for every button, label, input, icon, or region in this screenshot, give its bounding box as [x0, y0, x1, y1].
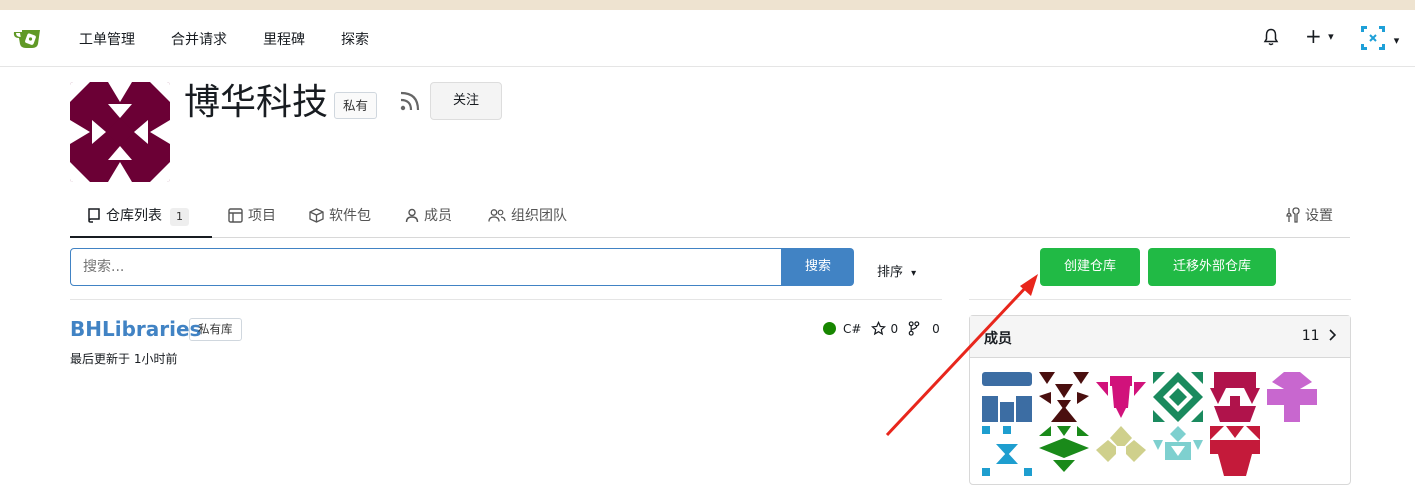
visibility-badge: 私有	[334, 92, 378, 119]
package-icon	[309, 208, 324, 223]
tab-teams[interactable]: 组织团队	[488, 196, 567, 238]
language-color-dot	[823, 322, 836, 335]
members-title: 成员	[984, 331, 1012, 347]
chevron-down-icon: ▾	[1393, 34, 1400, 47]
plus-icon: +	[1305, 24, 1322, 48]
list-divider	[70, 299, 942, 300]
project-icon	[228, 208, 243, 223]
browser-top-strip	[0, 0, 1415, 10]
member-avatar[interactable]	[1096, 426, 1146, 476]
tools-icon	[1286, 207, 1300, 223]
members-count-value: 11	[1301, 328, 1320, 344]
tab-label: 仓库列表	[106, 208, 162, 224]
nav-pull-requests[interactable]: 合并请求	[171, 29, 227, 49]
bell-icon[interactable]	[1263, 28, 1279, 46]
chevron-right-icon	[1329, 329, 1337, 341]
org-name: 博华科技	[184, 82, 329, 123]
star-count: 0	[890, 321, 899, 336]
chevron-down-icon: ▾	[1328, 30, 1334, 43]
tab-settings[interactable]: 设置	[1285, 196, 1333, 238]
user-avatar	[1361, 26, 1385, 50]
create-repo-button[interactable]: 创建仓库	[1040, 248, 1140, 286]
create-menu[interactable]: + ▾	[1305, 24, 1334, 48]
tab-label: 组织团队	[511, 208, 567, 224]
tab-label: 软件包	[329, 208, 371, 224]
repo-private-badge: 私有库	[189, 318, 242, 341]
tab-packages[interactable]: 软件包	[309, 196, 371, 238]
follow-button[interactable]: 关注	[430, 82, 502, 120]
repo-icon	[88, 208, 100, 223]
org-avatar	[70, 82, 170, 182]
nav-milestones[interactable]: 里程碑	[263, 29, 305, 49]
tab-projects[interactable]: 项目	[228, 196, 276, 238]
repo-meta: C# 0 0	[823, 321, 940, 336]
nav-issues[interactable]: 工单管理	[79, 29, 135, 49]
repo-language: C#	[843, 321, 862, 336]
members-card: 成员 11	[969, 315, 1351, 485]
sidebar-divider	[969, 299, 1351, 300]
org-tabs: 仓库列表 1 项目 软件包 成员 组织团队 设置	[70, 196, 1350, 238]
member-avatar[interactable]	[1267, 372, 1317, 422]
people-icon	[488, 209, 506, 222]
member-avatar[interactable]	[982, 372, 1032, 422]
user-menu[interactable]: ▾	[1361, 26, 1399, 50]
fork-icon[interactable]	[908, 321, 920, 336]
nav-explore[interactable]: 探索	[341, 29, 369, 49]
fork-count: 0	[932, 321, 940, 336]
member-avatar[interactable]	[1096, 372, 1146, 422]
tab-repositories[interactable]: 仓库列表 1	[70, 196, 212, 238]
sort-dropdown[interactable]: 排序 ▾	[877, 261, 916, 280]
search-button[interactable]: 搜索	[782, 248, 854, 286]
caret-down-icon: ▾	[911, 268, 917, 279]
star-icon[interactable]	[871, 321, 887, 336]
member-avatar[interactable]	[1153, 426, 1203, 476]
member-avatar[interactable]	[1210, 426, 1260, 476]
tab-label: 项目	[248, 208, 276, 224]
member-avatar[interactable]	[1210, 372, 1260, 422]
repo-name-link[interactable]: BHLibraries	[70, 317, 201, 341]
member-avatar[interactable]	[982, 426, 1032, 476]
member-avatar[interactable]	[1153, 372, 1203, 422]
members-header[interactable]: 成员 11	[970, 316, 1350, 358]
repo-updated-time: 最后更新于 1小时前	[70, 352, 178, 366]
migrate-repo-button[interactable]: 迁移外部仓库	[1148, 248, 1276, 286]
rss-icon[interactable]	[399, 90, 421, 112]
tab-label: 成员	[424, 208, 452, 224]
top-navbar: 工单管理 合并请求 里程碑 探索 + ▾ ▾	[0, 10, 1415, 67]
member-avatar[interactable]	[1039, 426, 1089, 476]
member-avatar[interactable]	[1039, 372, 1089, 422]
person-icon	[405, 208, 419, 223]
gitea-logo-icon[interactable]	[12, 26, 44, 52]
tab-members[interactable]: 成员	[405, 196, 452, 238]
tab-label: 设置	[1305, 208, 1333, 224]
members-count: 11	[1301, 328, 1337, 344]
sort-label: 排序	[877, 265, 904, 280]
repo-count-badge: 1	[170, 208, 189, 226]
search-input[interactable]	[70, 248, 782, 286]
